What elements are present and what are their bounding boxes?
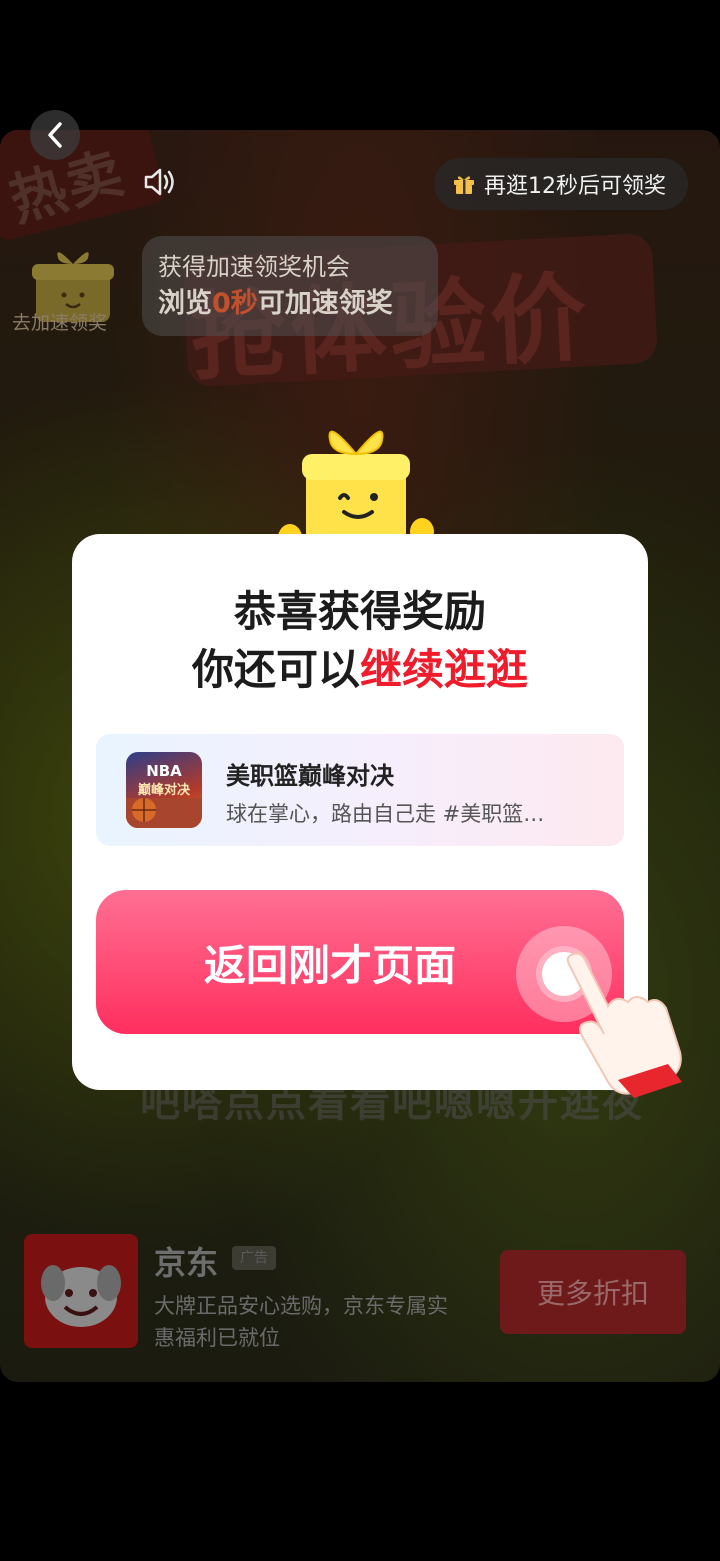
ad-description: 大牌正品安心选购，京东专属实惠福利已就位 bbox=[154, 1294, 448, 1350]
sound-button[interactable] bbox=[140, 164, 180, 200]
ad-card[interactable]: 京东 广告 大牌正品安心选购，京东专属实惠福利已就位 更多折扣 bbox=[0, 1222, 720, 1382]
svg-text:NBA: NBA bbox=[146, 762, 182, 780]
svg-text:巅峰对决: 巅峰对决 bbox=[138, 782, 191, 798]
dog-mascot-icon bbox=[41, 1265, 121, 1327]
app-recommendation-card[interactable]: NBA 巅峰对决 美职篮巅峰对决 球在掌心，路由自己走 #美职篮… bbox=[96, 734, 624, 846]
app-description: 球在掌心，路由自己走 #美职篮… bbox=[226, 802, 545, 826]
nba-game-icon: NBA 巅峰对决 bbox=[126, 762, 202, 828]
speaker-icon bbox=[144, 168, 174, 196]
pointing-hand-icon bbox=[556, 948, 696, 1098]
modal-subtitle: 你还可以继续逛逛 bbox=[191, 645, 529, 694]
timer-text: 再逛12秒后可领奖 bbox=[484, 174, 666, 199]
reward-timer: 再逛12秒后可领奖 bbox=[434, 158, 688, 210]
subtitle-accent: 继续逛逛 bbox=[360, 645, 529, 694]
ad-cta-button[interactable]: 更多折扣 bbox=[500, 1250, 686, 1334]
ad-title: 京东 bbox=[154, 1244, 219, 1282]
jd-logo bbox=[24, 1234, 138, 1348]
modal-title: 恭喜获得奖励 bbox=[233, 587, 486, 636]
ad-badge: 广告 bbox=[232, 1246, 276, 1270]
speed-up-label: 去加速领奖 bbox=[12, 312, 108, 334]
chevron-left-icon bbox=[48, 122, 62, 148]
app-name: 美职篮巅峰对决 bbox=[226, 762, 394, 790]
app-icon: NBA 巅峰对决 bbox=[126, 752, 202, 828]
speed-tip-line1: 获得加速领奖机会 bbox=[158, 253, 350, 281]
speed-up-tip: 获得加速领奖机会 浏览0秒可加速领奖 bbox=[142, 236, 438, 336]
gift-icon bbox=[454, 176, 474, 194]
back-button[interactable] bbox=[30, 110, 80, 160]
speed-tip-line2: 浏览0秒可加速领奖 bbox=[158, 288, 393, 319]
